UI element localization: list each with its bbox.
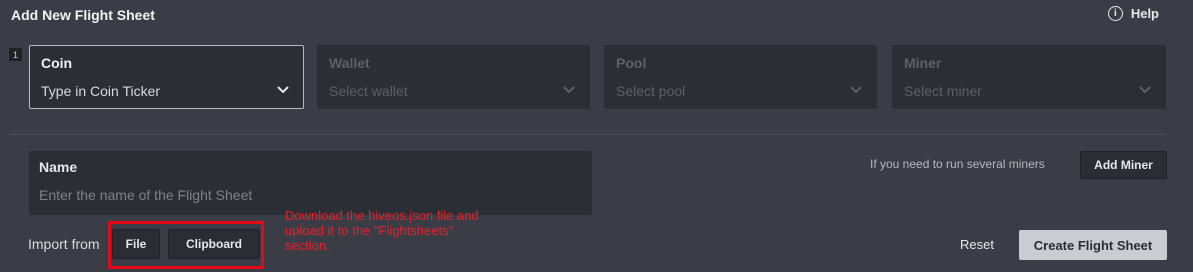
miner-select[interactable]: Miner Select miner [892,45,1166,109]
annotation-text: Download the hiveos.json file and upload… [285,208,479,253]
help-label: Help [1130,6,1159,21]
add-miner-button[interactable]: Add Miner [1080,151,1167,179]
name-field-label: Name [39,159,78,175]
miner-select-label: Miner [904,55,942,71]
import-label: Import from [28,236,100,252]
chevron-down-icon [1139,86,1151,94]
coin-select[interactable]: Coin Type in Coin Ticker [29,45,304,109]
pool-select[interactable]: Pool Select pool [604,45,877,109]
chevron-down-icon [850,86,862,94]
help-link[interactable]: i Help [1107,6,1159,21]
wallet-select-value: Select wallet [329,83,408,99]
chevron-down-icon [277,86,289,94]
wallet-select[interactable]: Wallet Select wallet [317,45,590,109]
pool-select-label: Pool [616,55,647,71]
create-flight-sheet-button[interactable]: Create Flight Sheet [1019,230,1167,260]
name-input[interactable] [39,187,579,203]
coin-select-label: Coin [41,55,73,71]
miner-select-value: Select miner [904,83,982,99]
name-field-container: Name [29,151,592,215]
coin-select-value: Type in Coin Ticker [41,83,161,99]
step-number-badge: 1 [9,48,22,61]
import-file-button[interactable]: File [112,229,160,259]
chevron-down-icon [563,86,575,94]
wallet-select-label: Wallet [329,55,370,71]
info-icon: i [1107,6,1123,21]
add-miner-hint: If you need to run several miners [870,157,1045,171]
page-title: Add New Flight Sheet [11,7,155,23]
pool-select-value: Select pool [616,83,686,99]
import-clipboard-button[interactable]: Clipboard [168,229,260,259]
reset-button[interactable]: Reset [960,237,994,252]
section-divider [9,134,1166,135]
